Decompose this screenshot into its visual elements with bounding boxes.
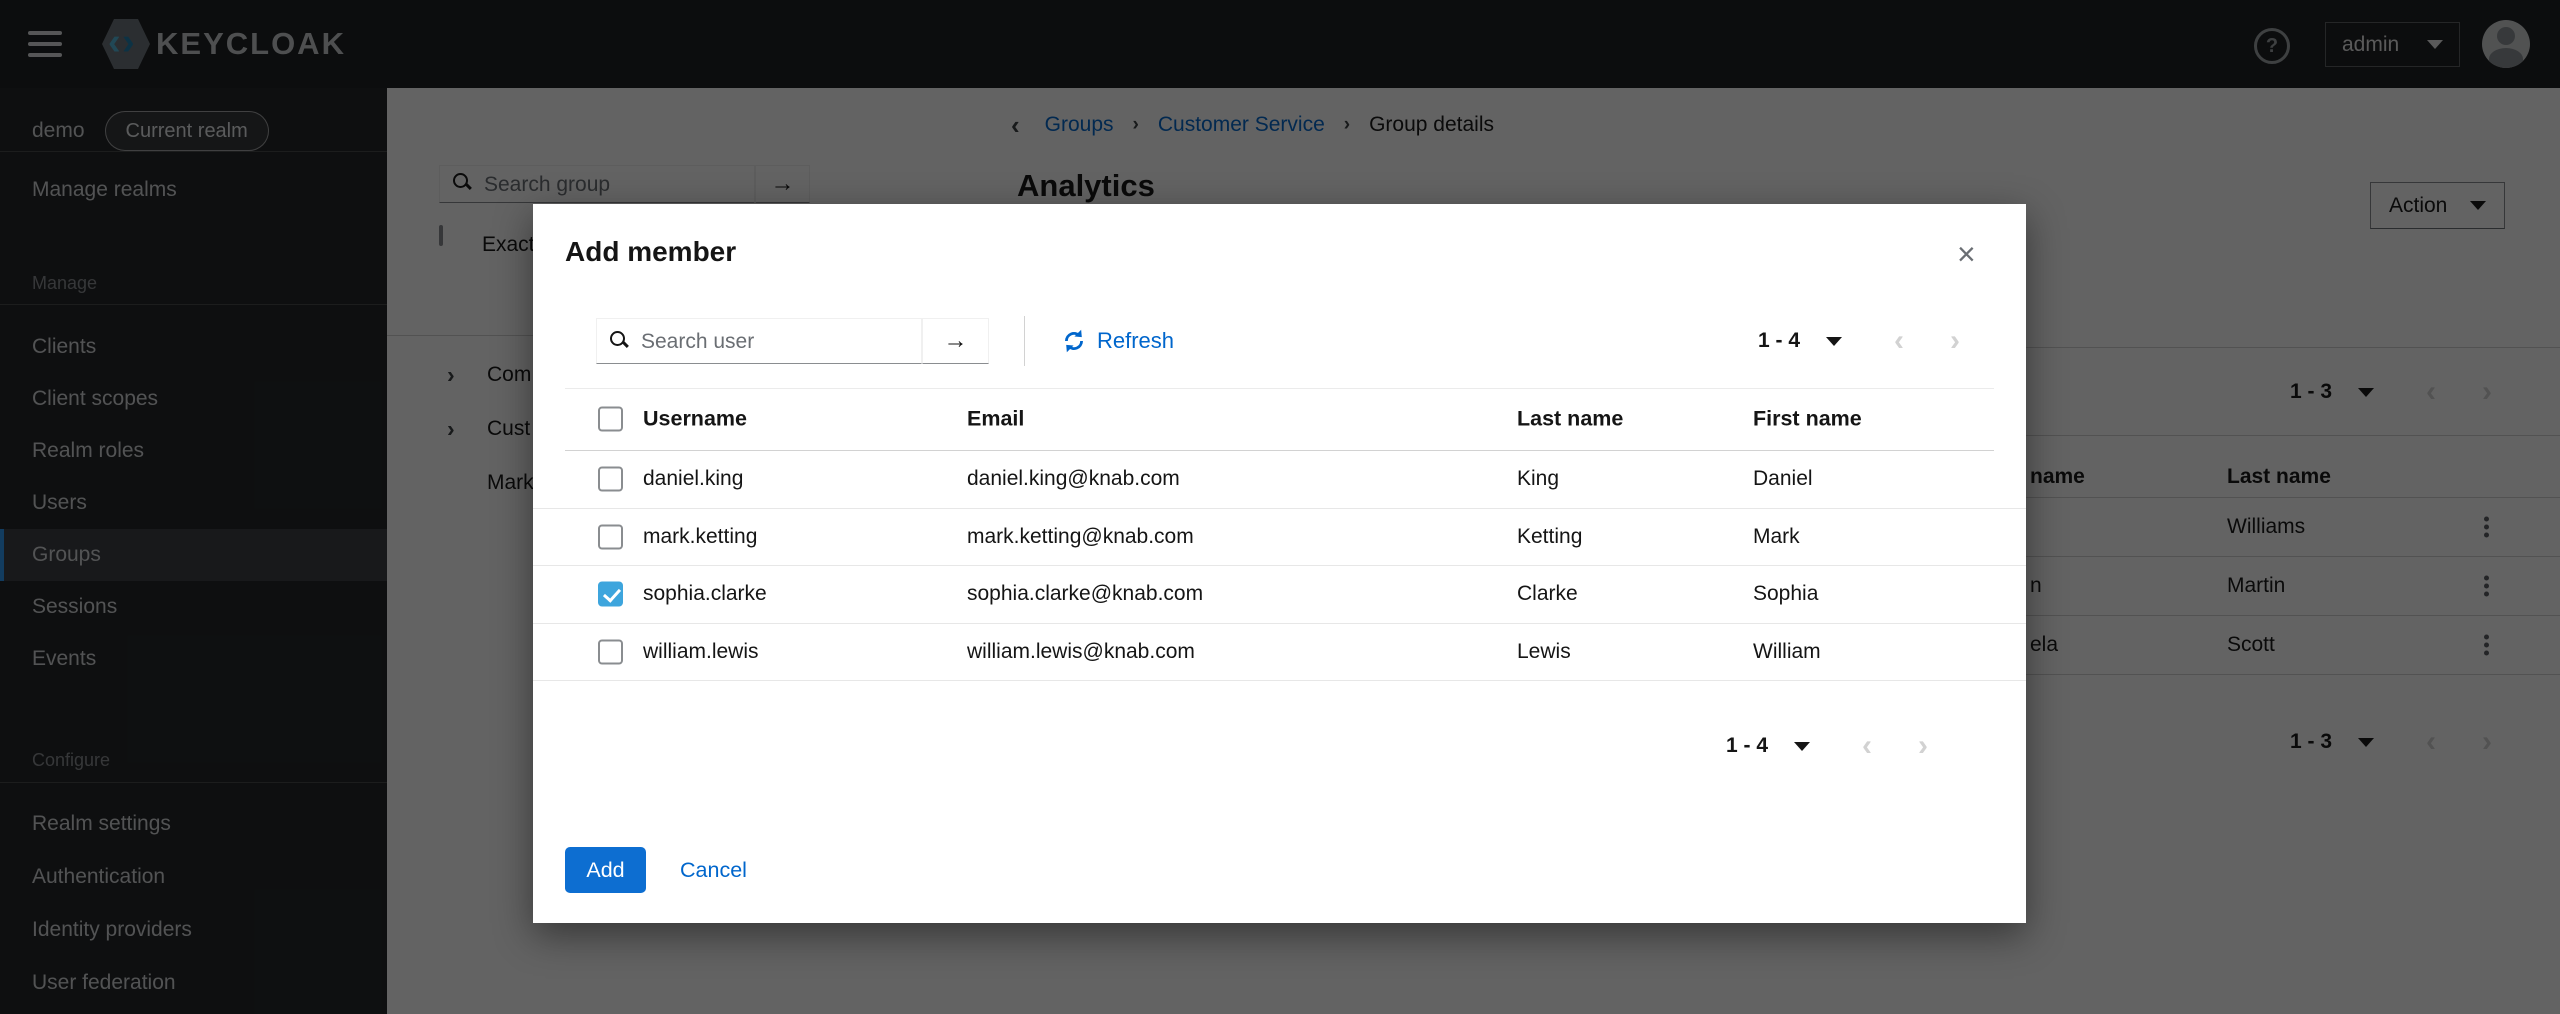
last-name-cell: Lewis (1517, 640, 1571, 664)
pagination-prev-icon[interactable] (1894, 327, 1904, 355)
refresh-label: Refresh (1097, 328, 1174, 354)
username-cell: daniel.king (643, 467, 743, 491)
pagination-next-icon[interactable] (1950, 327, 1960, 355)
first-name-cell: Daniel (1753, 467, 1813, 491)
user-row: william.lewis william.lewis@knab.com Lew… (533, 624, 2026, 682)
refresh-icon (1061, 328, 1087, 354)
column-header-email: Email (967, 407, 1024, 432)
pagination-options-icon[interactable] (1794, 742, 1810, 751)
username-cell: sophia.clarke (643, 582, 767, 606)
user-row: sophia.clarke sophia.clarke@knab.com Cla… (533, 566, 2026, 624)
email-cell: daniel.king@knab.com (967, 467, 1180, 491)
user-search-submit-button[interactable] (922, 318, 989, 364)
email-cell: william.lewis@knab.com (967, 640, 1195, 664)
last-name-cell: Clarke (1517, 582, 1578, 606)
row-checkbox[interactable] (598, 467, 623, 492)
pagination-range[interactable]: 1 - 4 (1758, 329, 1800, 353)
email-cell: mark.ketting@knab.com (967, 525, 1194, 549)
toolbar-separator (1024, 316, 1025, 366)
last-name-cell: Ketting (1517, 525, 1582, 549)
first-name-cell: Sophia (1753, 582, 1818, 606)
username-cell: william.lewis (643, 640, 759, 664)
column-header-first-name: First name (1753, 407, 1862, 432)
column-header-last-name: Last name (1517, 407, 1623, 432)
row-checkbox[interactable] (598, 639, 623, 664)
email-cell: sophia.clarke@knab.com (967, 582, 1203, 606)
pagination-prev-icon[interactable] (1862, 732, 1872, 760)
add-button[interactable]: Add (565, 847, 646, 893)
pagination-options-icon[interactable] (1826, 337, 1842, 346)
user-table-header: Username Email Last name First name (533, 388, 2026, 450)
user-row: mark.ketting mark.ketting@knab.com Ketti… (533, 509, 2026, 567)
first-name-cell: William (1753, 640, 1821, 664)
row-checkbox[interactable] (598, 582, 623, 607)
modal-pagination-bottom: 1 - 4 (1726, 731, 1928, 761)
first-name-cell: Mark (1753, 525, 1800, 549)
refresh-button[interactable]: Refresh (1061, 318, 1174, 364)
user-search (596, 318, 922, 364)
pagination-next-icon[interactable] (1918, 732, 1928, 760)
cancel-button[interactable]: Cancel (680, 847, 747, 893)
pagination-range[interactable]: 1 - 4 (1726, 734, 1768, 758)
keycloak-admin-console: KEYCLOAK admin demo Current realm Manage… (0, 0, 2560, 1014)
user-table-rows: daniel.king daniel.king@knab.com King Da… (533, 451, 2026, 681)
username-cell: mark.ketting (643, 525, 757, 549)
modal-title: Add member (565, 236, 736, 268)
row-checkbox[interactable] (598, 524, 623, 549)
user-search-input[interactable] (639, 319, 921, 365)
search-icon (610, 331, 630, 351)
select-all-checkbox[interactable] (598, 407, 623, 432)
modal-pagination-top: 1 - 4 (1758, 326, 1960, 356)
last-name-cell: King (1517, 467, 1559, 491)
close-icon[interactable] (1957, 238, 1976, 270)
user-row: daniel.king daniel.king@knab.com King Da… (533, 451, 2026, 509)
column-header-username: Username (643, 407, 747, 432)
add-member-modal: Add member Refresh 1 - 4 Userna (533, 204, 2026, 923)
